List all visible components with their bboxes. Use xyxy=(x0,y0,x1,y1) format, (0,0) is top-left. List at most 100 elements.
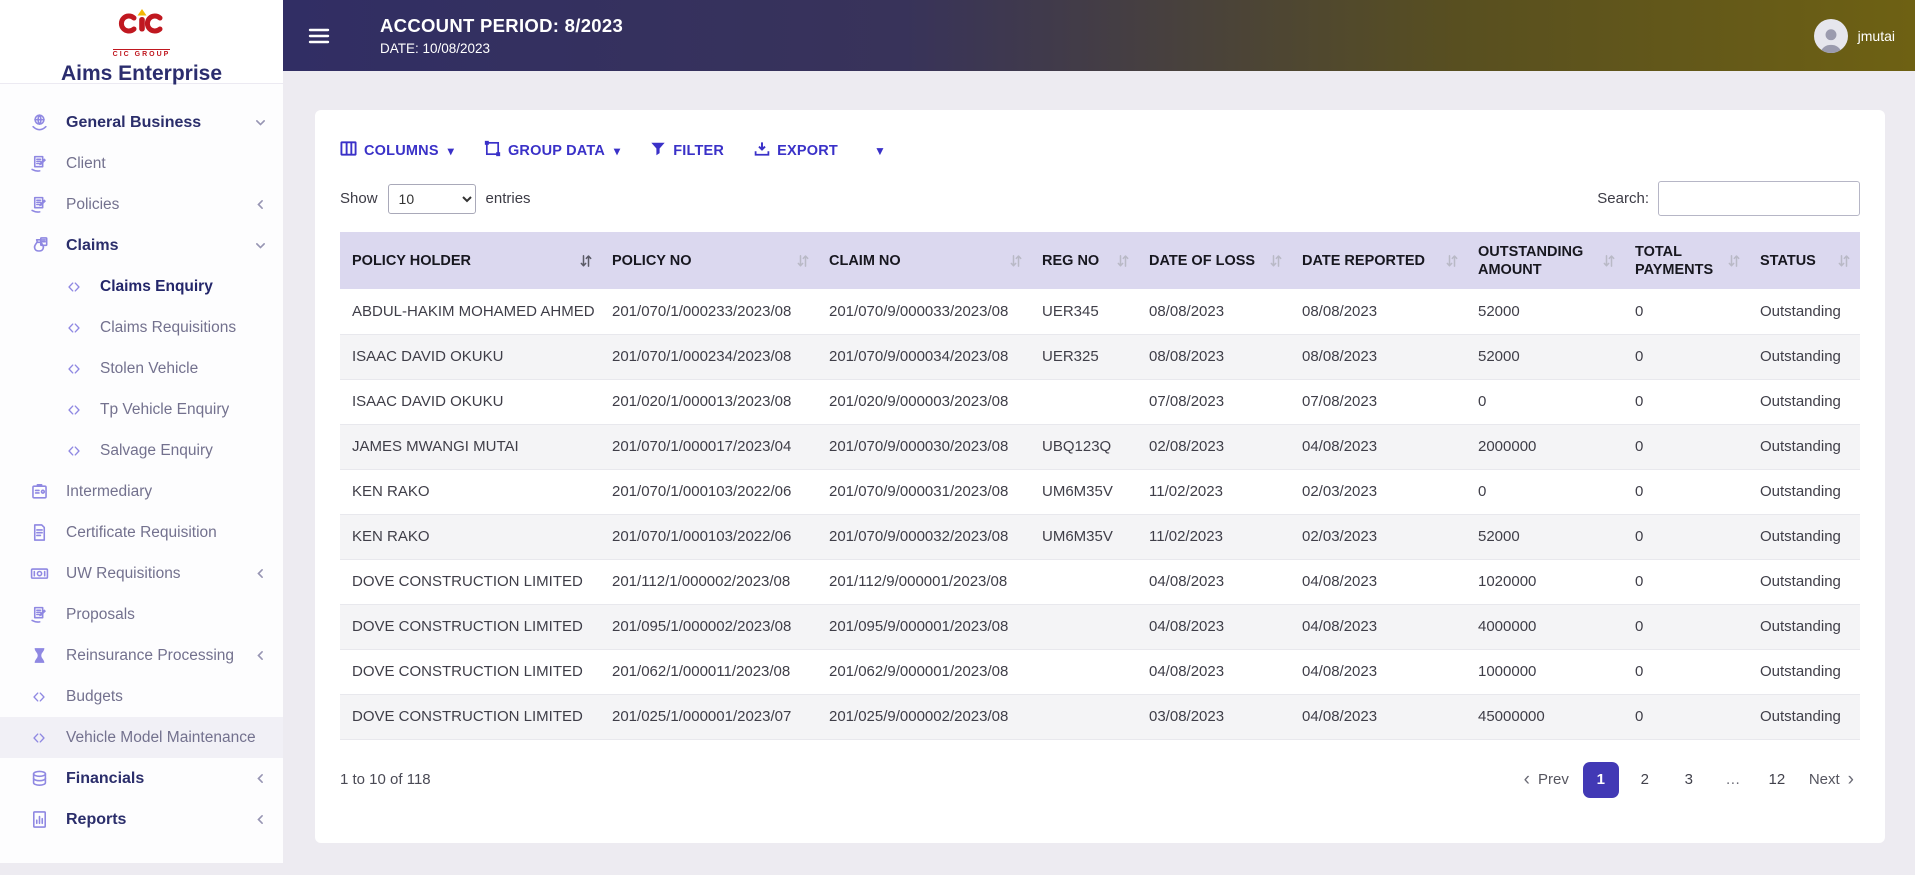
table-cell: 04/08/2023 xyxy=(1292,424,1468,470)
table-cell: 0 xyxy=(1625,424,1750,470)
sidebar-item-general-business[interactable]: General Business xyxy=(0,102,283,143)
table-cell: 201/020/9/000003/2023/08 xyxy=(819,379,1032,425)
table-row[interactable]: ISAAC DAVID OKUKU 201/020/1/000013/2023/0… xyxy=(340,379,1860,425)
chevron-left-icon: ‹ xyxy=(1523,769,1530,790)
sidebar-item-reports[interactable]: Reports xyxy=(0,799,283,840)
table-row[interactable]: DOVE CONSTRUCTION LIMITED 201/025/1/00000… xyxy=(340,694,1860,740)
sidebar-item-salvage-enquiry[interactable]: Salvage Enquiry xyxy=(0,430,283,471)
banknote-icon xyxy=(26,564,52,583)
sidebar-item-vehicle-model-maintenance[interactable]: Vehicle Model Maintenance xyxy=(0,717,283,758)
column-header-total-payments[interactable]: TOTAL PAYMENTS xyxy=(1625,232,1750,289)
sidebar-item-claims[interactable]: Claims xyxy=(0,225,283,266)
table-cell: UM6M35V xyxy=(1032,514,1139,560)
table-row[interactable]: ISAAC DAVID OKUKU 201/070/1/000234/2023/0… xyxy=(340,334,1860,380)
export-label: EXPORT xyxy=(777,142,838,159)
table-cell xyxy=(1032,604,1139,650)
page-size-select[interactable]: 10 xyxy=(387,183,476,214)
table-cell: 04/08/2023 xyxy=(1139,604,1292,650)
column-header-claim-no[interactable]: CLAIM NO xyxy=(819,232,1032,289)
table-toolbar: COLUMNS ▾ GROUP DATA ▾ FILTER EXPORT ▼ xyxy=(340,140,1860,161)
table-cell: 04/08/2023 xyxy=(1292,694,1468,740)
sidebar-item-uw-requisitions[interactable]: UW Requisitions xyxy=(0,553,283,594)
table-cell: 201/095/1/000002/2023/08 xyxy=(602,604,819,650)
table-row[interactable]: ABDUL-HAKIM MOHAMED AHMED 201/070/1/00023… xyxy=(340,289,1860,335)
table-row[interactable]: KEN RAKO 201/070/1/000103/2022/06 201/070/… xyxy=(340,514,1860,560)
page-button-3[interactable]: 3 xyxy=(1671,762,1707,798)
sidebar-item-label: Tp Vehicle Enquiry xyxy=(100,400,230,418)
table-cell: 201/020/1/000013/2023/08 xyxy=(602,379,819,425)
prev-page-button[interactable]: ‹ Prev xyxy=(1518,770,1575,789)
sidebar-item-label: Salvage Enquiry xyxy=(100,441,213,459)
columns-icon xyxy=(340,140,357,161)
table-cell: 0 xyxy=(1468,379,1625,425)
page-button-12[interactable]: 12 xyxy=(1759,762,1795,798)
double-chevron-icon xyxy=(26,689,52,705)
filter-icon xyxy=(650,141,666,161)
table-row[interactable]: DOVE CONSTRUCTION LIMITED 201/062/1/00001… xyxy=(340,649,1860,695)
chevron-right-icon: › xyxy=(1847,769,1854,790)
export-caret-button[interactable]: ▼ xyxy=(874,144,886,158)
avatar[interactable] xyxy=(1813,18,1848,53)
table-cell: ISAAC DAVID OKUKU xyxy=(340,379,602,425)
column-header-reg-no[interactable]: REG NO xyxy=(1032,232,1139,289)
sidebar-item-stolen-vehicle[interactable]: Stolen Vehicle xyxy=(0,348,283,389)
sidebar-item-proposals[interactable]: Proposals xyxy=(0,594,283,635)
hamburger-menu-button[interactable] xyxy=(308,26,330,46)
chevron-left-icon xyxy=(254,198,267,211)
chevron-left-icon xyxy=(254,813,267,826)
table-cell: 0 xyxy=(1625,604,1750,650)
table-cell: 201/025/1/000001/2023/07 xyxy=(602,694,819,740)
table-row[interactable]: DOVE CONSTRUCTION LIMITED 201/095/1/00000… xyxy=(340,604,1860,650)
table-footer: 1 to 10 of 118 ‹ Prev 1 2 3… 12 Next › xyxy=(340,761,1860,798)
sort-icon xyxy=(1010,253,1022,268)
column-header-policy-no[interactable]: POLICY NO xyxy=(602,232,819,289)
sidebar-item-label: UW Requisitions xyxy=(66,564,181,582)
username: jmutai xyxy=(1857,27,1895,44)
table-cell: 02/03/2023 xyxy=(1292,469,1468,515)
table-cell: 04/08/2023 xyxy=(1292,559,1468,605)
group-data-button[interactable]: GROUP DATA ▾ xyxy=(484,140,620,161)
column-label: REG NO xyxy=(1042,252,1100,269)
main-content: COLUMNS ▾ GROUP DATA ▾ FILTER EXPORT ▼ S… xyxy=(283,71,1915,875)
column-header-date-reported[interactable]: DATE REPORTED xyxy=(1292,232,1468,289)
search-input[interactable] xyxy=(1658,181,1860,216)
export-button[interactable]: EXPORT xyxy=(754,141,838,161)
table-row[interactable]: DOVE CONSTRUCTION LIMITED 201/112/1/00000… xyxy=(340,559,1860,605)
page-button-2[interactable]: 2 xyxy=(1627,762,1663,798)
sidebar-item-financials[interactable]: Financials xyxy=(0,758,283,799)
sidebar-item-intermediary[interactable]: Intermediary xyxy=(0,471,283,512)
table-cell: DOVE CONSTRUCTION LIMITED xyxy=(340,604,602,650)
sidebar-item-reinsurance-processing[interactable]: Reinsurance Processing xyxy=(0,635,283,676)
export-icon xyxy=(754,141,770,161)
table-cell xyxy=(1032,559,1139,605)
document-pen-icon xyxy=(26,154,52,173)
chevron-left-icon xyxy=(254,772,267,785)
sidebar-item-tp-vehicle-enquiry[interactable]: Tp Vehicle Enquiry xyxy=(0,389,283,430)
group-data-label: GROUP DATA xyxy=(507,142,605,159)
next-page-button[interactable]: Next › xyxy=(1803,770,1860,789)
columns-button[interactable]: COLUMNS ▾ xyxy=(340,140,454,161)
sidebar-item-budgets[interactable]: Budgets xyxy=(0,676,283,717)
column-header-policy-holder[interactable]: POLICY HOLDER xyxy=(340,232,602,289)
column-header-outstanding-amount[interactable]: OUTSTANDING AMOUNT xyxy=(1468,232,1625,289)
table-row[interactable]: KEN RAKO 201/070/1/000103/2022/06 201/070/… xyxy=(340,469,1860,515)
money-bag-icon xyxy=(26,236,52,255)
sidebar-item-certificate-requisition[interactable]: Certificate Requisition xyxy=(0,512,283,553)
table-cell: 201/112/9/000001/2023/08 xyxy=(819,559,1032,605)
column-header-status[interactable]: STATUS xyxy=(1750,232,1860,289)
sidebar-item-label: Intermediary xyxy=(66,482,153,500)
column-header-date-of-loss[interactable]: DATE OF LOSS xyxy=(1139,232,1292,289)
sidebar-item-claims-enquiry[interactable]: Claims Enquiry xyxy=(0,266,283,307)
table-cell: 0 xyxy=(1625,559,1750,605)
sidebar-item-label: Financials xyxy=(66,769,145,787)
table-row[interactable]: JAMES MWANGI MUTAI 201/070/1/000017/2023/… xyxy=(340,424,1860,470)
page-button-1[interactable]: 1 xyxy=(1582,761,1619,798)
sidebar-item-label: Claims Enquiry xyxy=(100,277,213,295)
filter-button[interactable]: FILTER xyxy=(650,141,724,161)
table-cell: Outstanding xyxy=(1750,334,1860,380)
columns-label: COLUMNS xyxy=(364,142,439,159)
sidebar-item-client[interactable]: Client xyxy=(0,143,283,184)
sidebar-item-claims-requisitions[interactable]: Claims Requisitions xyxy=(0,307,283,348)
sidebar-item-policies[interactable]: Policies xyxy=(0,184,283,225)
table-cell: 201/070/1/000103/2022/06 xyxy=(602,514,819,560)
